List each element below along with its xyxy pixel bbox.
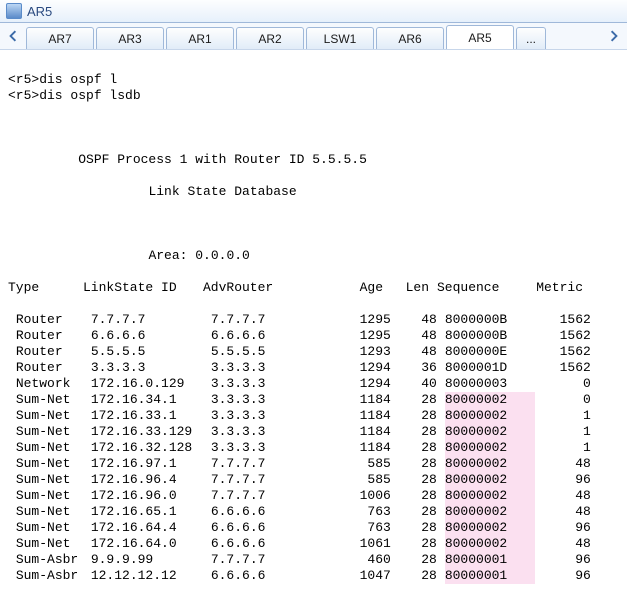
terminal-output[interactable]: <r5>dis ospf l<r5>dis ospf lsdb OSPF Pro… bbox=[0, 50, 627, 607]
lsdb-row: Sum-Net172.16.96.47.7.7.7585288000000296 bbox=[8, 472, 619, 488]
prompt-line: <r5>dis ospf lsdb bbox=[8, 88, 619, 104]
chevron-right-icon bbox=[608, 30, 620, 42]
ospf-header-2: Link State Database bbox=[8, 184, 619, 200]
title-bar: AR5 bbox=[0, 0, 627, 23]
lsdb-row: Sum-Net172.16.33.1293.3.3.31184288000000… bbox=[8, 424, 619, 440]
tab-ar2[interactable]: AR2 bbox=[236, 27, 304, 49]
blank-line bbox=[8, 216, 619, 232]
blank-line bbox=[8, 120, 619, 136]
app-icon bbox=[6, 3, 22, 19]
tab-lsw1[interactable]: LSW1 bbox=[306, 27, 374, 49]
lsdb-row: Sum-Net172.16.97.17.7.7.7585288000000248 bbox=[8, 456, 619, 472]
lsdb-row: Sum-Net172.16.65.16.6.6.6763288000000248 bbox=[8, 504, 619, 520]
tab-ar6[interactable]: AR6 bbox=[376, 27, 444, 49]
lsdb-row: Sum-Net172.16.34.13.3.3.3118428800000020 bbox=[8, 392, 619, 408]
ospf-header-1: OSPF Process 1 with Router ID 5.5.5.5 bbox=[8, 152, 619, 168]
toolbar: AR7AR3AR1AR2LSW1AR6AR5... bbox=[0, 23, 627, 50]
lsdb-row: Router5.5.5.55.5.5.51293488000000E1562 bbox=[8, 344, 619, 360]
lsdb-row: Sum-Net172.16.64.06.6.6.6106128800000024… bbox=[8, 536, 619, 552]
nav-left-button[interactable] bbox=[0, 23, 26, 49]
lsdb-row: Sum-Net172.16.96.07.7.7.7100628800000024… bbox=[8, 488, 619, 504]
lsdb-row: Network172.16.0.1293.3.3.312944080000003… bbox=[8, 376, 619, 392]
lsdb-row: Sum-Net172.16.32.1283.3.3.31184288000000… bbox=[8, 440, 619, 456]
prompt-line: <r5>dis ospf l bbox=[8, 72, 619, 88]
lsdb-column-header: TypeLinkState IDAdvRouterAgeLenSequenceM… bbox=[8, 280, 619, 296]
tab-ar1[interactable]: AR1 bbox=[166, 27, 234, 49]
chevron-left-icon bbox=[7, 30, 19, 42]
window-title: AR5 bbox=[27, 4, 52, 19]
lsdb-row: Router6.6.6.66.6.6.61295488000000B1562 bbox=[8, 328, 619, 344]
lsdb-row: Sum-Asbr9.9.9.997.7.7.7460288000000196 bbox=[8, 552, 619, 568]
tab-strip: AR7AR3AR1AR2LSW1AR6AR5... bbox=[26, 23, 601, 49]
area-line: Area: 0.0.0.0 bbox=[8, 248, 619, 264]
tab-overflow[interactable]: ... bbox=[516, 27, 546, 49]
tab-ar7[interactable]: AR7 bbox=[26, 27, 94, 49]
lsdb-row: Router3.3.3.33.3.3.31294368000001D1562 bbox=[8, 360, 619, 376]
tab-ar5[interactable]: AR5 bbox=[446, 25, 514, 49]
blank-line bbox=[8, 600, 619, 607]
tab-ar3[interactable]: AR3 bbox=[96, 27, 164, 49]
lsdb-row: Sum-Asbr12.12.12.126.6.6.610472880000001… bbox=[8, 568, 619, 584]
lsdb-row: Sum-Net172.16.33.13.3.3.3118428800000021 bbox=[8, 408, 619, 424]
lsdb-row: Sum-Net172.16.64.46.6.6.6763288000000296 bbox=[8, 520, 619, 536]
nav-right-button[interactable] bbox=[601, 23, 627, 49]
lsdb-row: Router7.7.7.77.7.7.71295488000000B1562 bbox=[8, 312, 619, 328]
